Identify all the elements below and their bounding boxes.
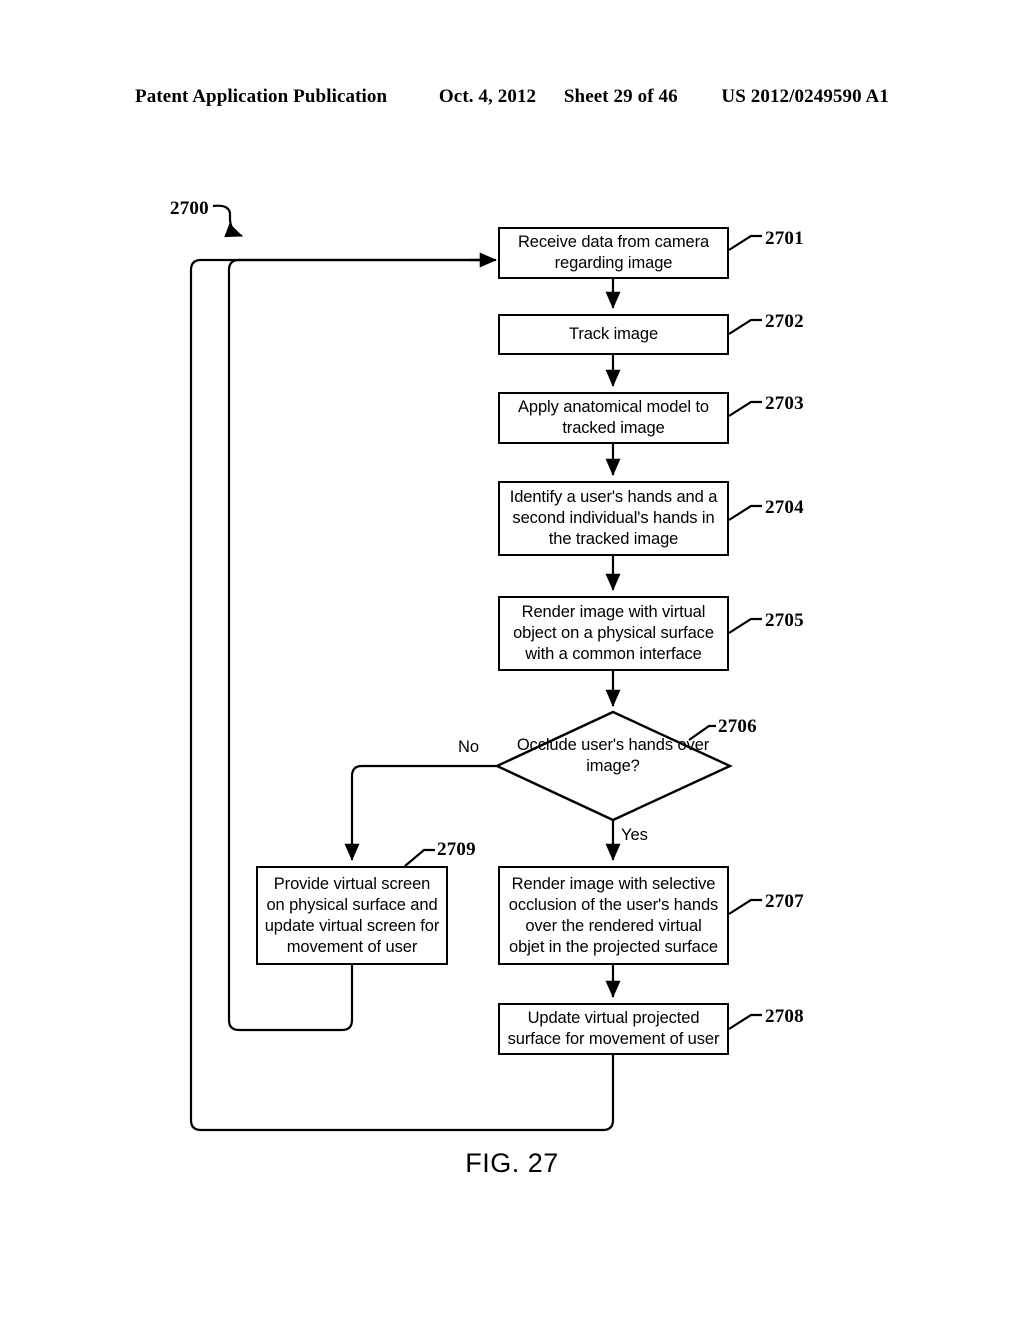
reference-numeral-2707: 2707	[765, 891, 804, 912]
flow-node-2705: Render image with virtual object on a ph…	[498, 596, 729, 671]
leader-2709	[404, 848, 435, 867]
reference-numeral-2702: 2702	[765, 311, 804, 332]
reference-numeral-2706: 2706	[718, 716, 757, 737]
flow-node-2707: Render image with selective occlusion of…	[498, 866, 729, 965]
flow-node-2701-label: Receive data from camera regarding image	[517, 233, 710, 272]
flow-node-2705-label: Render image with virtual object on a ph…	[513, 603, 714, 663]
flow-node-2702: Track image	[498, 314, 729, 355]
flow-node-2702-label: Track image	[568, 325, 659, 343]
leader-2703	[728, 400, 762, 417]
reference-numeral-2703: 2703	[765, 393, 804, 414]
leader-2705	[728, 617, 762, 634]
flow-node-2704-label: Identify a user's hands and a second ind…	[509, 488, 718, 548]
leader-2701	[728, 234, 762, 251]
leader-2707	[728, 898, 762, 915]
flow-node-2709: Provide virtual screen on physical surfa…	[256, 866, 448, 965]
flow-node-2708-label: Update virtual projected surface for mov…	[507, 1009, 720, 1048]
reference-numeral-2704: 2704	[765, 497, 804, 518]
reference-numeral-2701: 2701	[765, 228, 804, 249]
reference-numeral-2700: 2700	[170, 198, 209, 219]
flow-node-2706-label: Occlude user's hands over image?	[516, 736, 710, 775]
flow-node-2701: Receive data from camera regarding image	[498, 227, 729, 279]
leader-2704	[728, 504, 762, 521]
flow-node-2708: Update virtual projected surface for mov…	[498, 1003, 729, 1055]
reference-numeral-2708: 2708	[765, 1006, 804, 1027]
branch-label-no: No	[458, 738, 480, 756]
reference-numeral-2709: 2709	[437, 839, 476, 860]
leader-2708	[728, 1013, 762, 1030]
feedback-loop-outer-2708	[189, 258, 615, 1132]
flow-node-2704: Identify a user's hands and a second ind…	[498, 481, 729, 556]
leader-2700	[212, 204, 243, 238]
flow-node-2709-label: Provide virtual screen on physical surfa…	[264, 874, 440, 956]
flow-node-2707-label: Render image with selective occlusion of…	[508, 874, 719, 956]
leader-2702	[728, 318, 762, 335]
flow-node-2703-label: Apply anatomical model to tracked image	[517, 398, 710, 437]
branch-label-yes: Yes	[621, 826, 648, 844]
reference-numeral-2705: 2705	[765, 610, 804, 631]
figure-caption: FIG. 27	[465, 1148, 559, 1178]
flow-node-2703: Apply anatomical model to tracked image	[498, 392, 729, 444]
